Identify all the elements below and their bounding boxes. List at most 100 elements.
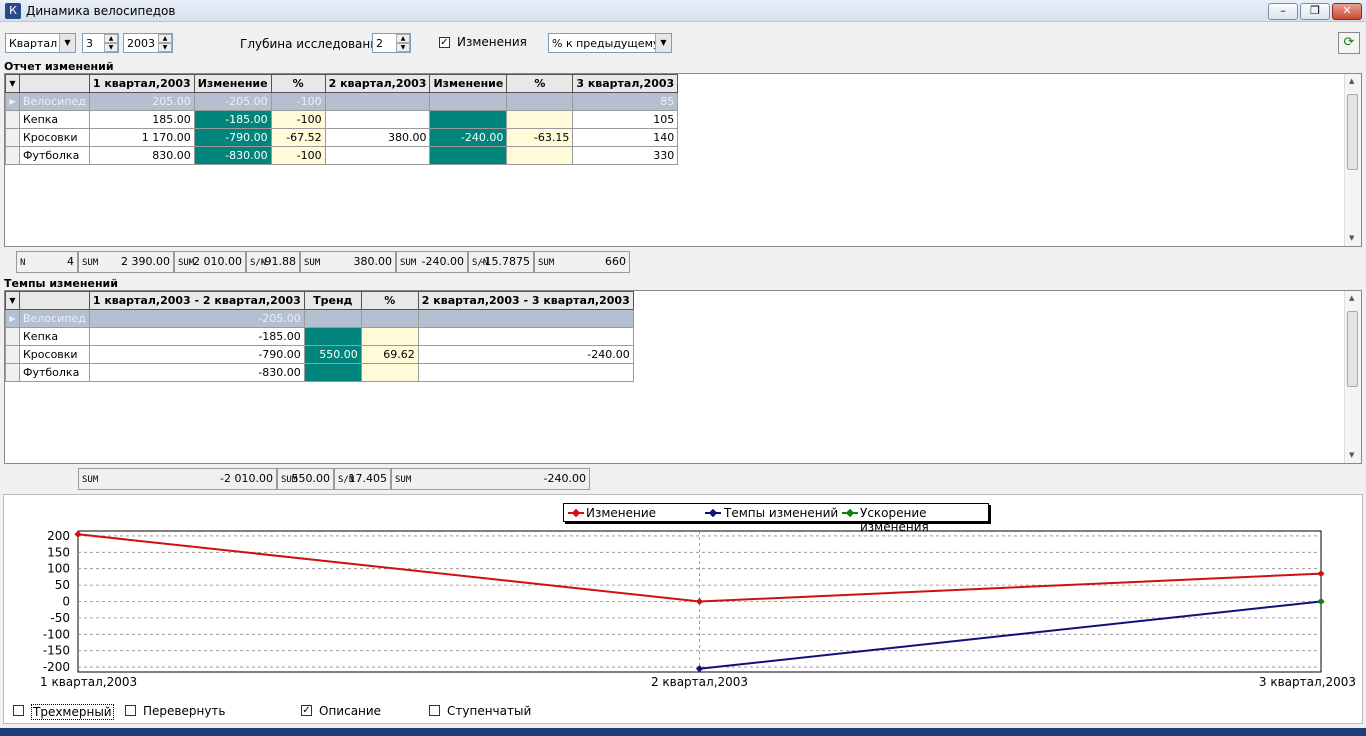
- report-title: Отчет изменений: [4, 60, 114, 73]
- scroll-thumb[interactable]: [1347, 94, 1358, 170]
- table-row[interactable]: Кепка 185.00 -185.00 -100 105: [5, 110, 679, 129]
- summary-value: 17.405: [348, 472, 388, 485]
- rates-scrollbar[interactable]: ▲ ▼: [1344, 291, 1361, 463]
- cell: [429, 92, 508, 111]
- cell: [360, 363, 419, 382]
- spin-up-icon[interactable]: ▲: [158, 34, 172, 43]
- report-grid[interactable]: ▼ 1 квартал,2003 Изменение % 2 квартал,2…: [4, 73, 1362, 247]
- cell: -185.00: [193, 110, 272, 129]
- row-marker: [5, 363, 20, 382]
- summary-tag: SUM: [82, 475, 99, 485]
- header-marker[interactable]: ▼: [5, 291, 20, 310]
- three-d-label: Трехмерный: [31, 704, 114, 720]
- cell: 69.62: [360, 345, 419, 364]
- cell: -830.00: [88, 363, 305, 382]
- header-marker[interactable]: ▼: [5, 74, 20, 93]
- chevron-down-icon[interactable]: ▼: [59, 34, 75, 52]
- table-row[interactable]: Кепка -185.00: [5, 327, 634, 346]
- summary-value: -91.88: [260, 255, 296, 268]
- spin-down-icon[interactable]: ▼: [158, 43, 172, 52]
- row-name: Кепка: [19, 110, 90, 129]
- table-row[interactable]: ▶ Велосипед -205.00: [5, 309, 634, 328]
- col-header[interactable]: 1 квартал,2003: [88, 74, 195, 93]
- flip-checkbox[interactable]: [125, 705, 136, 716]
- spin-up-icon[interactable]: ▲: [104, 34, 118, 43]
- changes-label: Изменения: [457, 35, 527, 49]
- x-tick-label: 1 квартал,2003: [40, 675, 137, 689]
- stepped-checkbox[interactable]: [429, 705, 440, 716]
- chevron-down-icon[interactable]: ▼: [655, 34, 671, 52]
- cell: [303, 363, 362, 382]
- cell: [324, 92, 431, 111]
- spin-down-icon[interactable]: ▼: [396, 43, 410, 52]
- cell: -185.00: [88, 327, 305, 346]
- changes-checkbox[interactable]: ✓: [439, 37, 450, 48]
- row-name: Велосипед: [19, 309, 90, 328]
- report-summary-row: N4 SUM 2 390.00 SUM -2 010.00 S/N -91.88 SU…: [4, 251, 630, 273]
- col-header[interactable]: 2 квартал,2003 - 3 квартал,2003: [417, 291, 634, 310]
- col-header[interactable]: %: [270, 74, 326, 93]
- period-number-stepper[interactable]: 3 ▲ ▼: [82, 33, 119, 53]
- maximize-button[interactable]: ❐: [1300, 3, 1330, 20]
- x-tick-label: 2 квартал,2003: [651, 675, 748, 689]
- col-header[interactable]: 2 квартал,2003: [324, 74, 431, 93]
- col-header[interactable]: 3 квартал,2003: [572, 74, 679, 93]
- scroll-down-icon[interactable]: ▼: [1349, 234, 1354, 242]
- report-scrollbar[interactable]: ▲ ▼: [1344, 74, 1361, 246]
- period-number-value: 3: [86, 37, 93, 50]
- table-row[interactable]: ▶ Велосипед 205.00 -205.00 -100 85: [5, 92, 679, 111]
- spin-up-icon[interactable]: ▲: [396, 34, 410, 43]
- table-row[interactable]: Кросовки 1 170.00 -790.00 -67.52 380.00 …: [5, 128, 679, 147]
- y-tick-label: 0: [62, 595, 70, 609]
- year-stepper[interactable]: 2003 ▲ ▼: [123, 33, 173, 53]
- summary-tag: SUM: [82, 258, 99, 268]
- scroll-up-icon[interactable]: ▲: [1349, 77, 1354, 85]
- row-name: Кепка: [19, 327, 90, 346]
- col-header[interactable]: Изменение: [193, 74, 272, 93]
- mode-value: % к предыдущему: [552, 37, 660, 50]
- summary-value: 2 390.00: [121, 255, 170, 268]
- minimize-button[interactable]: –: [1268, 3, 1298, 20]
- close-button[interactable]: ✕: [1332, 3, 1362, 20]
- cell: [360, 327, 419, 346]
- row-pointer-icon: ▶: [5, 309, 20, 328]
- cell: [506, 110, 574, 129]
- three-d-checkbox[interactable]: [13, 705, 24, 716]
- depth-label: Глубина исследования: [240, 37, 386, 51]
- col-header[interactable]: Тренд: [303, 291, 362, 310]
- col-header[interactable]: Изменение: [429, 74, 508, 93]
- rates-grid[interactable]: ▼ 1 квартал,2003 - 2 квартал,2003 Тренд …: [4, 290, 1362, 464]
- col-header[interactable]: 1 квартал,2003 - 2 квартал,2003: [88, 291, 305, 310]
- period-value: Квартал: [9, 37, 58, 50]
- table-row[interactable]: Кросовки -790.00 550.00 69.62 -240.00: [5, 345, 634, 364]
- scroll-up-icon[interactable]: ▲: [1349, 294, 1354, 302]
- y-tick-label: 50: [55, 578, 70, 592]
- y-tick-label: -150: [43, 644, 70, 658]
- col-header[interactable]: %: [506, 74, 574, 93]
- period-select[interactable]: Квартал ▼: [5, 33, 76, 53]
- depth-stepper[interactable]: 2 ▲ ▼: [372, 33, 411, 53]
- description-label: Описание: [319, 704, 382, 718]
- table-row[interactable]: Футболка 830.00 -830.00 -100 330: [5, 146, 679, 165]
- row-marker: [5, 110, 20, 129]
- col-header[interactable]: %: [360, 291, 419, 310]
- spin-down-icon[interactable]: ▼: [104, 43, 118, 52]
- summary-tag: N: [20, 258, 26, 268]
- summary-value: 550.00: [291, 472, 331, 485]
- summary-value: 380.00: [353, 255, 393, 268]
- cell: [324, 146, 431, 165]
- summary-value: -15.7875: [480, 255, 530, 268]
- description-checkbox[interactable]: ✓: [301, 705, 312, 716]
- mode-select[interactable]: % к предыдущему ▼: [548, 33, 672, 53]
- table-row[interactable]: Футболка -830.00: [5, 363, 634, 382]
- row-pointer-icon: ▶: [5, 92, 20, 111]
- scroll-down-icon[interactable]: ▼: [1349, 451, 1354, 459]
- cell: -205.00: [193, 92, 272, 111]
- refresh-icon[interactable]: ⟳: [1338, 32, 1360, 54]
- scroll-thumb[interactable]: [1347, 311, 1358, 387]
- cell: [506, 92, 574, 111]
- y-tick-label: -200: [43, 660, 70, 674]
- cell: -830.00: [193, 146, 272, 165]
- cell: -63.15: [506, 128, 574, 147]
- cell: [324, 110, 431, 129]
